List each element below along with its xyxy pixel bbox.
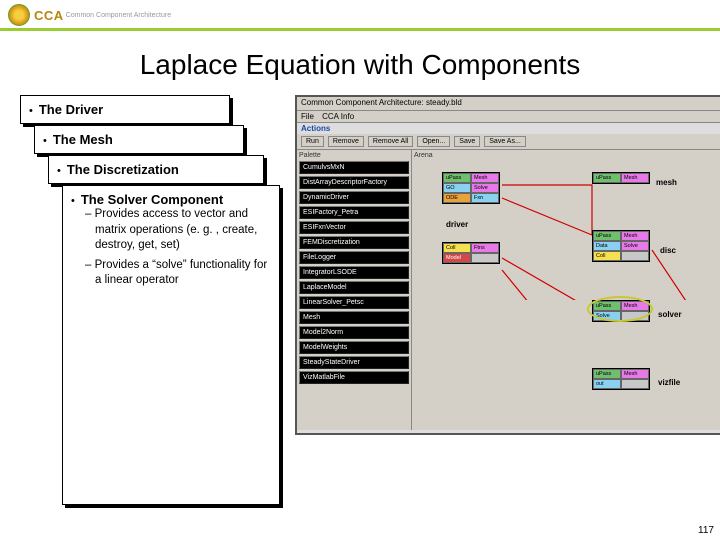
palette-item[interactable]: Mesh xyxy=(299,311,409,324)
palette-item[interactable]: SteadyStateDriver xyxy=(299,356,409,369)
header-subtitle: Common Component Architecture xyxy=(66,12,171,19)
palette-panel: Palette CumulvsMxN DistArrayDescriptorFa… xyxy=(297,150,412,430)
palette-item[interactable]: DistArrayDescriptorFactory xyxy=(299,176,409,189)
component-mesh[interactable]: uPassMesh xyxy=(592,172,650,184)
toolbar: Run Remove Remove All Open... Save Save … xyxy=(297,134,720,150)
header-abbr: CCA xyxy=(34,8,64,23)
header-divider xyxy=(0,28,720,31)
save-as-button[interactable]: Save As... xyxy=(484,136,526,147)
label-disc: disc xyxy=(660,246,676,255)
card-driver: •The Driver xyxy=(20,95,230,124)
label-solver: solver xyxy=(658,310,682,319)
palette-item[interactable]: ModelWeights xyxy=(299,341,409,354)
palette-item[interactable]: LinearSolver_Petsc xyxy=(299,296,409,309)
palette-item[interactable]: FileLogger xyxy=(299,251,409,264)
palette-item[interactable]: FEMDiscretization xyxy=(299,236,409,249)
arena-panel: Arena uPassMesh GOSolve ODEFxn driver u xyxy=(412,150,720,430)
palette-item[interactable]: VizMatlabFile xyxy=(299,371,409,384)
component-driver[interactable]: uPassMesh GOSolve ODEFxn xyxy=(442,172,500,204)
remove-all-button[interactable]: Remove All xyxy=(368,136,413,147)
card-solver-title: The Solver Component xyxy=(81,192,223,207)
window-titlebar: Common Component Architecture: steady.bl… xyxy=(297,97,720,111)
run-button[interactable]: Run xyxy=(301,136,324,147)
highlight-ring-icon xyxy=(587,296,653,322)
component-disc[interactable]: uPassMesh DataSolve Coll xyxy=(592,230,650,262)
solver-bullet-2: – Provides a “solve” functionality for a… xyxy=(85,258,271,289)
cca-builder-window: Common Component Architecture: steady.bl… xyxy=(295,95,720,435)
save-button[interactable]: Save xyxy=(454,136,480,147)
component-vizfile[interactable]: uPassMesh out xyxy=(592,368,650,390)
solver-bullet-1: – Provides access to vector and matrix o… xyxy=(85,207,271,254)
menu-file[interactable]: File xyxy=(301,112,314,121)
card-driver-label: The Driver xyxy=(39,102,103,117)
card-mesh: •The Mesh xyxy=(34,125,244,154)
palette-item[interactable]: ESIFactory_Petra xyxy=(299,206,409,219)
cca-logo-icon xyxy=(8,4,30,26)
menu-actions[interactable]: Actions xyxy=(297,123,720,134)
card-solver: •The Solver Component – Provides access … xyxy=(62,185,280,505)
page-number: 117 xyxy=(698,525,714,536)
label-mesh: mesh xyxy=(656,178,677,187)
arena-label: Arena xyxy=(414,152,720,159)
remove-button[interactable]: Remove xyxy=(328,136,364,147)
palette-item[interactable]: ESIFxnVector xyxy=(299,221,409,234)
label-vizfile: vizfile xyxy=(658,378,680,387)
card-disc-label: The Discretization xyxy=(67,162,179,177)
card-mesh-label: The Mesh xyxy=(53,132,113,147)
component-coll[interactable]: CollFtns Model xyxy=(442,242,500,264)
open-button[interactable]: Open... xyxy=(417,136,450,147)
palette-item[interactable]: Model2Norm xyxy=(299,326,409,339)
slide-title: Laplace Equation with Components xyxy=(0,49,720,81)
palette-item[interactable]: IntegratorLSODE xyxy=(299,266,409,279)
palette-item[interactable]: LaplaceModel xyxy=(299,281,409,294)
menu-ccainfo[interactable]: CCA Info xyxy=(322,112,354,121)
label-driver: driver xyxy=(446,220,468,229)
palette-item[interactable]: CumulvsMxN xyxy=(299,161,409,174)
palette-label: Palette xyxy=(299,152,409,159)
palette-item[interactable]: DynamicDriver xyxy=(299,191,409,204)
card-discretization: •The Discretization xyxy=(48,155,264,184)
menu-bar: File CCA Info xyxy=(297,111,720,123)
